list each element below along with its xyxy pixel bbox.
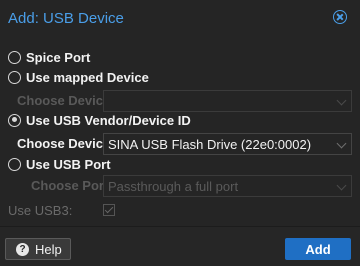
port-select-value: Passthrough a full port — [108, 179, 239, 194]
radio-label-vendor-device-id: Use USB Vendor/Device ID — [26, 112, 191, 128]
dialog-title: Add: USB Device — [8, 10, 124, 27]
chevron-down-icon[interactable] — [336, 138, 347, 149]
radio-label-mapped-device: Use mapped Device — [26, 69, 149, 85]
radio-icon-checked[interactable] — [8, 113, 21, 127]
dialog-footer: ? Help Add — [0, 226, 360, 266]
radio-icon[interactable] — [8, 50, 21, 64]
vendor-device-select-value: SINA USB Flash Drive (22e0:0002) — [108, 137, 312, 152]
add-button[interactable]: Add — [285, 238, 351, 260]
radio-usb-port[interactable]: Use USB Port — [8, 154, 111, 174]
radio-vendor-device-id[interactable]: Use USB Vendor/Device ID — [8, 110, 191, 130]
vendor-choose-device-label: Choose Device: — [17, 136, 115, 151]
help-button[interactable]: ? Help — [5, 238, 71, 260]
choose-port-label: Choose Port: — [31, 178, 113, 193]
chevron-down-icon[interactable] — [336, 180, 347, 191]
radio-icon[interactable] — [8, 70, 21, 84]
dialog-titlebar: Add: USB Device — [0, 0, 360, 38]
close-icon[interactable] — [333, 10, 347, 24]
use-usb3-label: Use USB3: — [8, 203, 73, 218]
port-select[interactable]: Passthrough a full port — [103, 175, 352, 197]
radio-mapped-device[interactable]: Use mapped Device — [8, 67, 149, 87]
add-usb-device-dialog: Add: USB Device Spice Port Use mapped De… — [0, 0, 360, 266]
radio-label-usb-port: Use USB Port — [26, 156, 111, 172]
radio-spice-port[interactable]: Spice Port — [8, 47, 90, 67]
mapped-device-select[interactable] — [103, 90, 352, 112]
radio-icon[interactable] — [8, 157, 21, 171]
radio-label-spice-port: Spice Port — [26, 49, 91, 65]
mapped-choose-device-label: Choose Device: — [17, 93, 115, 108]
dialog-body: Spice Port Use mapped Device Choose Devi… — [0, 38, 360, 226]
help-icon: ? — [16, 242, 29, 256]
vendor-device-select[interactable]: SINA USB Flash Drive (22e0:0002) — [103, 133, 352, 155]
use-usb3-checkbox[interactable] — [103, 204, 115, 216]
help-button-label: Help — [35, 241, 62, 257]
chevron-down-icon[interactable] — [336, 95, 347, 106]
